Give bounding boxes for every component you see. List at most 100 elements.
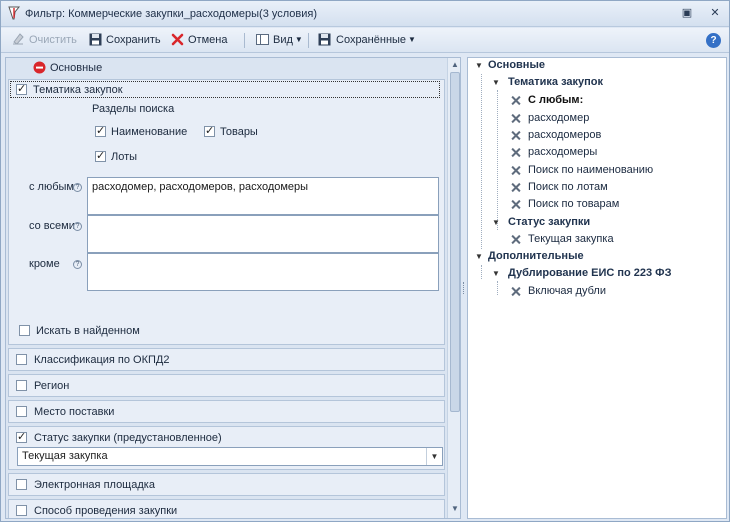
remove-x-icon[interactable] — [512, 166, 521, 175]
platform-checkbox[interactable] — [16, 479, 27, 490]
method-label: Способ проведения закупки — [34, 505, 178, 517]
remove-x-icon[interactable] — [512, 235, 521, 244]
clear-label: Очистить — [29, 34, 77, 46]
tree-expander-icon[interactable]: ▼ — [492, 218, 500, 227]
tree-expander-icon[interactable]: ▼ — [475, 61, 483, 70]
except-help-icon[interactable]: ? — [73, 260, 82, 269]
with-all-field[interactable] — [87, 215, 439, 253]
tree-expander-icon[interactable]: ▼ — [475, 252, 483, 261]
tree-status-value[interactable]: Текущая закупка — [528, 233, 614, 245]
search-in-found-label: Искать в найденном — [36, 325, 140, 337]
restore-button[interactable]: ▣ — [679, 6, 695, 21]
tree-expander-icon[interactable]: ▼ — [492, 78, 500, 87]
save-label: Сохранить — [106, 34, 161, 46]
except-field[interactable] — [87, 253, 439, 291]
remove-x-icon[interactable] — [512, 287, 521, 296]
okpd2-label: Классификация по ОКПД2 — [34, 354, 170, 366]
tree-connector — [497, 90, 498, 230]
tree-connector — [481, 74, 482, 249]
tree-dup-value[interactable]: Включая дубли — [528, 285, 606, 297]
tree-node-dup[interactable]: Дублирование ЕИС по 223 ФЗ — [508, 267, 671, 279]
status-group: Статус закупки (предустановленное) Текущ… — [8, 426, 445, 470]
tree-node-with-any[interactable]: С любым: — [528, 94, 583, 106]
status-select-value: Текущая закупка — [22, 450, 108, 462]
method-group[interactable]: Способ проведения закупки — [8, 499, 445, 518]
vertical-scrollbar[interactable]: ▲ ▼ — [447, 58, 460, 518]
toolbar: Очистить Сохранить Отмена Вид ▼ Сохранён… — [1, 28, 729, 53]
okpd2-checkbox[interactable] — [16, 354, 27, 365]
with-all-help-icon[interactable]: ? — [73, 222, 82, 231]
name-option-label: Наименование — [111, 126, 188, 138]
view-dropdown-icon: ▼ — [294, 35, 303, 44]
view-button[interactable]: Вид ▼ — [256, 31, 303, 50]
remove-x-icon[interactable] — [512, 114, 521, 123]
method-checkbox[interactable] — [16, 505, 27, 516]
section-basic-label: Основные — [50, 62, 103, 74]
tree-term[interactable]: расходомер — [528, 112, 589, 124]
splitter-grip[interactable] — [463, 282, 465, 294]
tree-term[interactable]: Поиск по товарам — [528, 198, 619, 210]
filter-window: Фильтр: Коммерческие закупки_расходомеры… — [0, 0, 730, 522]
saved-filters-label: Сохранённые — [336, 34, 407, 46]
tree-term[interactable]: Поиск по наименованию — [528, 164, 653, 176]
region-group[interactable]: Регион — [8, 374, 445, 397]
close-button[interactable]: ✕ — [707, 6, 723, 21]
save-button[interactable]: Сохранить — [89, 31, 161, 50]
section-basic-header[interactable]: Основные — [6, 58, 447, 78]
remove-x-icon[interactable] — [512, 131, 521, 140]
goods-option-label: Товары — [220, 126, 258, 138]
except-label: кроме — [29, 258, 60, 270]
status-checkbox[interactable] — [16, 430, 27, 443]
conditions-tree: ▼ Основные ▼ Тематика закупок С любым: р… — [467, 57, 727, 519]
scroll-down-icon[interactable]: ▼ — [450, 504, 460, 514]
cancel-label: Отмена — [188, 34, 228, 46]
tree-connector — [481, 265, 482, 279]
lots-option-label: Лоты — [111, 151, 138, 163]
tree-node-basic[interactable]: Основные — [488, 59, 545, 71]
tree-term[interactable]: расходомеры — [528, 146, 597, 158]
status-select[interactable]: Текущая закупка ▼ — [17, 447, 443, 466]
tree-expander-icon[interactable]: ▼ — [492, 269, 500, 278]
subject-checkbox[interactable] — [16, 82, 27, 95]
clear-button[interactable]: Очистить — [11, 31, 77, 50]
funnel-icon — [8, 6, 21, 20]
goods-checkbox[interactable] — [204, 124, 215, 137]
window-title: Фильтр: Коммерческие закупки_расходомеры… — [25, 8, 318, 20]
collapse-minus-icon[interactable] — [33, 61, 46, 74]
saved-filters-button[interactable]: Сохранённые ▼ — [318, 31, 416, 50]
with-any-field[interactable]: расходомер, расходомеров, расходомеры — [87, 177, 439, 215]
search-in-found-checkbox[interactable] — [19, 325, 30, 336]
okpd2-group[interactable]: Классификация по ОКПД2 — [8, 348, 445, 371]
delivery-group[interactable]: Место поставки — [8, 400, 445, 423]
chevron-down-icon[interactable]: ▼ — [426, 448, 442, 465]
saved-filters-icon — [318, 33, 331, 46]
platform-label: Электронная площадка — [34, 479, 155, 491]
tree-connector — [497, 281, 498, 295]
cancel-button[interactable]: Отмена — [171, 31, 227, 50]
remove-x-icon[interactable] — [512, 148, 521, 157]
lots-checkbox[interactable] — [95, 149, 106, 162]
remove-x-icon[interactable] — [512, 200, 521, 209]
tree-node-status[interactable]: Статус закупки — [508, 216, 590, 228]
region-checkbox[interactable] — [16, 380, 27, 391]
with-any-help-icon[interactable]: ? — [73, 183, 82, 192]
tree-term[interactable]: Поиск по лотам — [528, 181, 608, 193]
delivery-checkbox[interactable] — [16, 406, 27, 417]
delivery-label: Место поставки — [34, 406, 115, 418]
saved-dropdown-icon: ▼ — [408, 35, 416, 44]
scroll-thumb[interactable] — [450, 72, 460, 412]
name-checkbox[interactable] — [95, 124, 106, 137]
scroll-up-icon[interactable]: ▲ — [450, 60, 460, 70]
platform-group[interactable]: Электронная площадка — [8, 473, 445, 496]
tree-node-subject[interactable]: Тематика закупок — [508, 76, 603, 88]
tree-term[interactable]: расходомеров — [528, 129, 601, 141]
filter-conditions-panel: Основные Тематика закупок Разделы поиска… — [5, 57, 461, 519]
toolbar-separator — [244, 33, 245, 48]
tree-node-additional[interactable]: Дополнительные — [488, 250, 584, 262]
view-label: Вид — [273, 34, 293, 46]
eraser-icon — [13, 33, 24, 45]
help-icon[interactable]: ? — [706, 33, 721, 48]
floppy-icon — [89, 33, 102, 46]
remove-x-icon[interactable] — [512, 96, 521, 105]
remove-x-icon[interactable] — [512, 183, 521, 192]
